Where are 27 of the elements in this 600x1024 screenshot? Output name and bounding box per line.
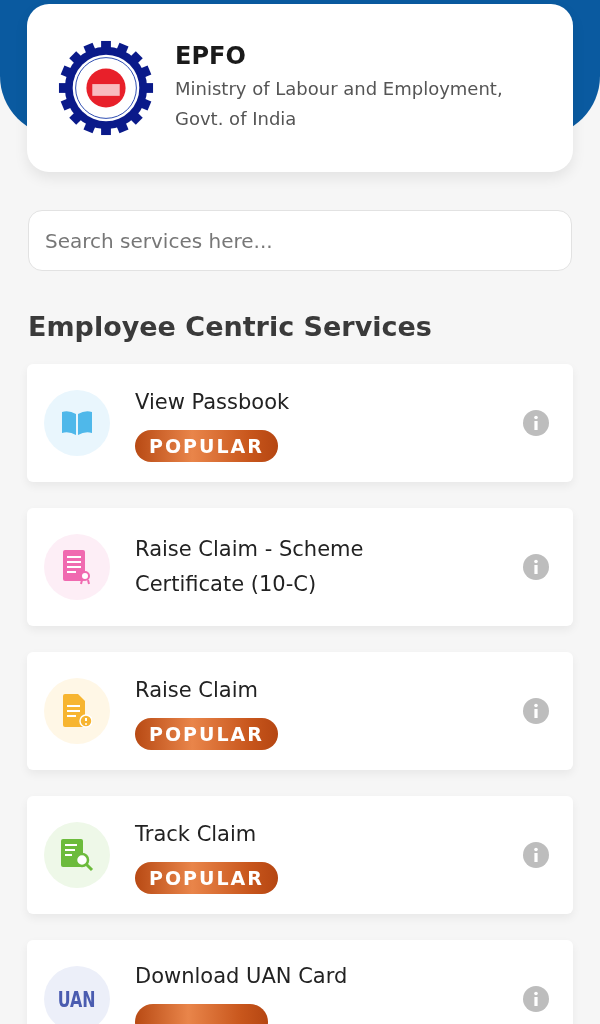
document-alert-icon bbox=[62, 693, 92, 729]
popular-badge: POPULAR bbox=[135, 861, 278, 894]
section-heading: Employee Centric Services bbox=[28, 311, 433, 342]
service-card[interactable]: View Passbook POPULAR bbox=[27, 364, 573, 482]
service-title: Raise Claim bbox=[135, 676, 260, 704]
info-icon[interactable] bbox=[523, 554, 549, 580]
search-field[interactable]: Search services here... bbox=[28, 210, 572, 271]
service-card[interactable]: UAN Download UAN Card bbox=[27, 940, 573, 1024]
service-title: Download UAN Card bbox=[135, 962, 349, 990]
certificate-icon bbox=[62, 549, 92, 585]
uan-icon: UAN bbox=[58, 986, 96, 1012]
document-search-icon bbox=[60, 838, 94, 872]
service-title: Track Claim bbox=[135, 820, 258, 848]
ministry-subtitle: Ministry of Labour and Employment, Govt. of India bbox=[175, 77, 504, 131]
info-icon[interactable] bbox=[523, 986, 549, 1012]
service-card[interactable]: Raise Claim POPULAR bbox=[27, 652, 573, 770]
service-title: Raise Claim - Scheme Certificate (10-C) bbox=[135, 536, 365, 598]
app-title: EPFO bbox=[175, 42, 247, 70]
info-icon[interactable] bbox=[523, 842, 549, 868]
service-card[interactable]: Raise Claim - Scheme Certificate (10-C) bbox=[27, 508, 573, 626]
popular-badge: POPULAR bbox=[135, 717, 278, 750]
service-title: View Passbook bbox=[135, 388, 291, 416]
info-icon[interactable] bbox=[523, 698, 549, 724]
service-card[interactable]: Track Claim POPULAR bbox=[27, 796, 573, 914]
info-icon[interactable] bbox=[523, 410, 549, 436]
book-icon bbox=[60, 410, 94, 436]
popular-badge: POPULAR bbox=[135, 429, 278, 462]
